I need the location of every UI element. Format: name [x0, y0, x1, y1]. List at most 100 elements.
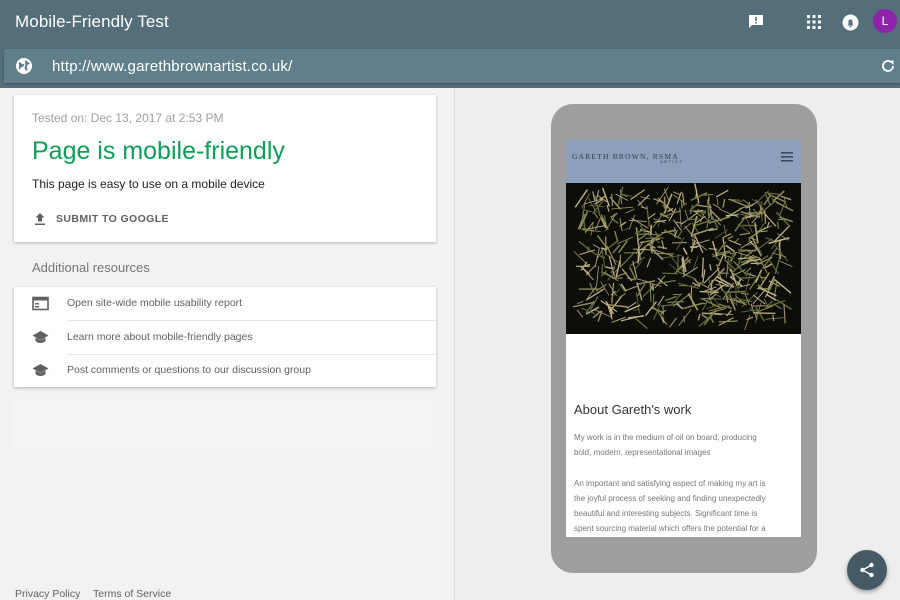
artwork-stroke: [744, 267, 752, 274]
submit-to-google-button[interactable]: SUBMIT TO GOOGLE: [32, 209, 169, 229]
globe-icon: [15, 57, 33, 75]
upload-icon: [35, 213, 45, 225]
artwork-stroke: [628, 214, 636, 230]
artwork-stroke: [616, 236, 633, 245]
about-paragraph: My work is in the medium of oil on board…: [574, 430, 796, 460]
url-bar-container: [0, 45, 900, 88]
artwork-stroke: [657, 245, 668, 250]
artwork-stroke: [688, 202, 700, 212]
artwork-stroke: [728, 239, 742, 246]
resource-item-usability-report[interactable]: Open site-wide mobile usability report: [14, 287, 436, 320]
artwork-stroke: [728, 199, 740, 201]
text-line: bold, modern, representational images: [574, 448, 711, 457]
artwork-stroke: [765, 317, 784, 320]
artwork-stroke: [586, 288, 605, 301]
artwork-stroke: [764, 192, 781, 195]
artwork-stroke: [725, 290, 745, 293]
artwork-stroke: [776, 221, 780, 229]
artwork-stroke: [605, 213, 617, 232]
url-bar: [4, 49, 900, 83]
artwork-stroke: [640, 206, 648, 210]
artwork-stroke: [646, 257, 652, 268]
artwork-stroke: [677, 254, 679, 270]
artwork-stroke: [613, 230, 619, 242]
artwork-stroke: [737, 199, 744, 204]
app-title: Mobile-Friendly Test: [15, 12, 169, 31]
artwork-stroke: [682, 192, 685, 206]
artwork-stroke: [646, 205, 650, 227]
artwork-stroke: [594, 247, 600, 268]
artwork-stroke: [727, 235, 734, 240]
artwork-stroke: [667, 300, 684, 304]
artwork-stroke: [647, 212, 656, 220]
artwork-stroke: [610, 193, 614, 206]
text-line: spent sourcing material which offers the…: [574, 524, 766, 533]
submit-label: SUBMIT TO GOOGLE: [56, 213, 169, 225]
artwork-stroke: [779, 260, 793, 267]
terms-of-service-link[interactable]: Terms of Service: [93, 588, 171, 600]
artwork-stroke: [672, 191, 681, 196]
share-button[interactable]: [847, 550, 887, 590]
resource-item-discussion-group[interactable]: Post comments or questions to our discus…: [14, 354, 436, 387]
artwork-image: [566, 183, 801, 334]
share-icon: [860, 562, 874, 578]
hamburger-menu-icon[interactable]: [781, 149, 793, 162]
artwork-stroke: [664, 295, 677, 302]
artwork-stroke: [701, 257, 704, 278]
artwork-stroke: [723, 254, 731, 258]
artwork-stroke: [703, 194, 713, 196]
artwork-stroke: [635, 318, 648, 330]
artwork-stroke: [740, 240, 753, 249]
artwork-stroke: [722, 199, 726, 208]
result-card: Tested on: Dec 13, 2017 at 2:53 PM Page …: [14, 95, 436, 242]
text-line: My work is in the medium of oil on board…: [574, 433, 757, 442]
artwork-stroke: [760, 230, 768, 233]
artwork-stroke: [739, 232, 750, 236]
artwork-stroke: [725, 214, 739, 217]
artwork-stroke: [695, 204, 712, 208]
artwork-stroke: [764, 214, 777, 227]
artwork-stroke: [734, 237, 740, 244]
text-line: the joyful process of seeking and findin…: [574, 494, 766, 503]
refresh-icon[interactable]: [880, 58, 896, 74]
resource-item-learn-more[interactable]: Learn more about mobile-friendly pages: [14, 321, 436, 354]
artwork-stroke: [593, 211, 599, 219]
artwork-stroke: [668, 317, 677, 328]
artwork-stroke: [611, 206, 633, 210]
artwork-stroke: [592, 244, 600, 249]
artwork-stroke: [697, 313, 701, 321]
artwork-stroke: [718, 320, 738, 323]
privacy-policy-link[interactable]: Privacy Policy: [15, 588, 80, 600]
artwork-stroke: [723, 233, 732, 238]
artwork-stroke: [601, 264, 604, 274]
artwork-stroke: [589, 282, 595, 293]
school-icon: [32, 329, 49, 346]
url-input[interactable]: [52, 56, 852, 76]
artwork-stroke: [777, 202, 794, 212]
artwork-stroke: [596, 266, 599, 288]
artwork-stroke: [726, 309, 732, 317]
avatar[interactable]: L: [873, 9, 897, 33]
artwork-stroke: [740, 309, 754, 313]
text-line: An important and satisfying aspect of ma…: [574, 479, 766, 488]
site-header: GARETH BROWN, RSMA ARTIST: [566, 140, 801, 183]
feedback-icon[interactable]: [745, 11, 767, 33]
artwork-stroke: [662, 272, 678, 275]
artwork-stroke: [708, 247, 718, 251]
artwork-stroke: [690, 239, 696, 253]
artwork-stroke: [677, 230, 683, 238]
artwork-stroke: [633, 248, 655, 251]
artwork-stroke: [716, 197, 719, 206]
artwork-stroke: [764, 210, 767, 224]
results-panel: Tested on: Dec 13, 2017 at 2:53 PM Page …: [0, 88, 455, 600]
artwork-stroke: [693, 210, 704, 212]
blank-area: [12, 400, 438, 448]
tested-on-text: Tested on: Dec 13, 2017 at 2:53 PM: [32, 111, 224, 125]
apps-grid-icon[interactable]: [803, 11, 825, 33]
phone-screen[interactable]: GARETH BROWN, RSMA ARTIST About Gareth's…: [566, 140, 801, 537]
artwork-stroke: [583, 209, 592, 213]
artwork-stroke: [657, 295, 665, 306]
artwork-stroke: [715, 189, 729, 198]
notifications-icon[interactable]: [839, 11, 861, 33]
artwork-stroke: [783, 304, 786, 324]
